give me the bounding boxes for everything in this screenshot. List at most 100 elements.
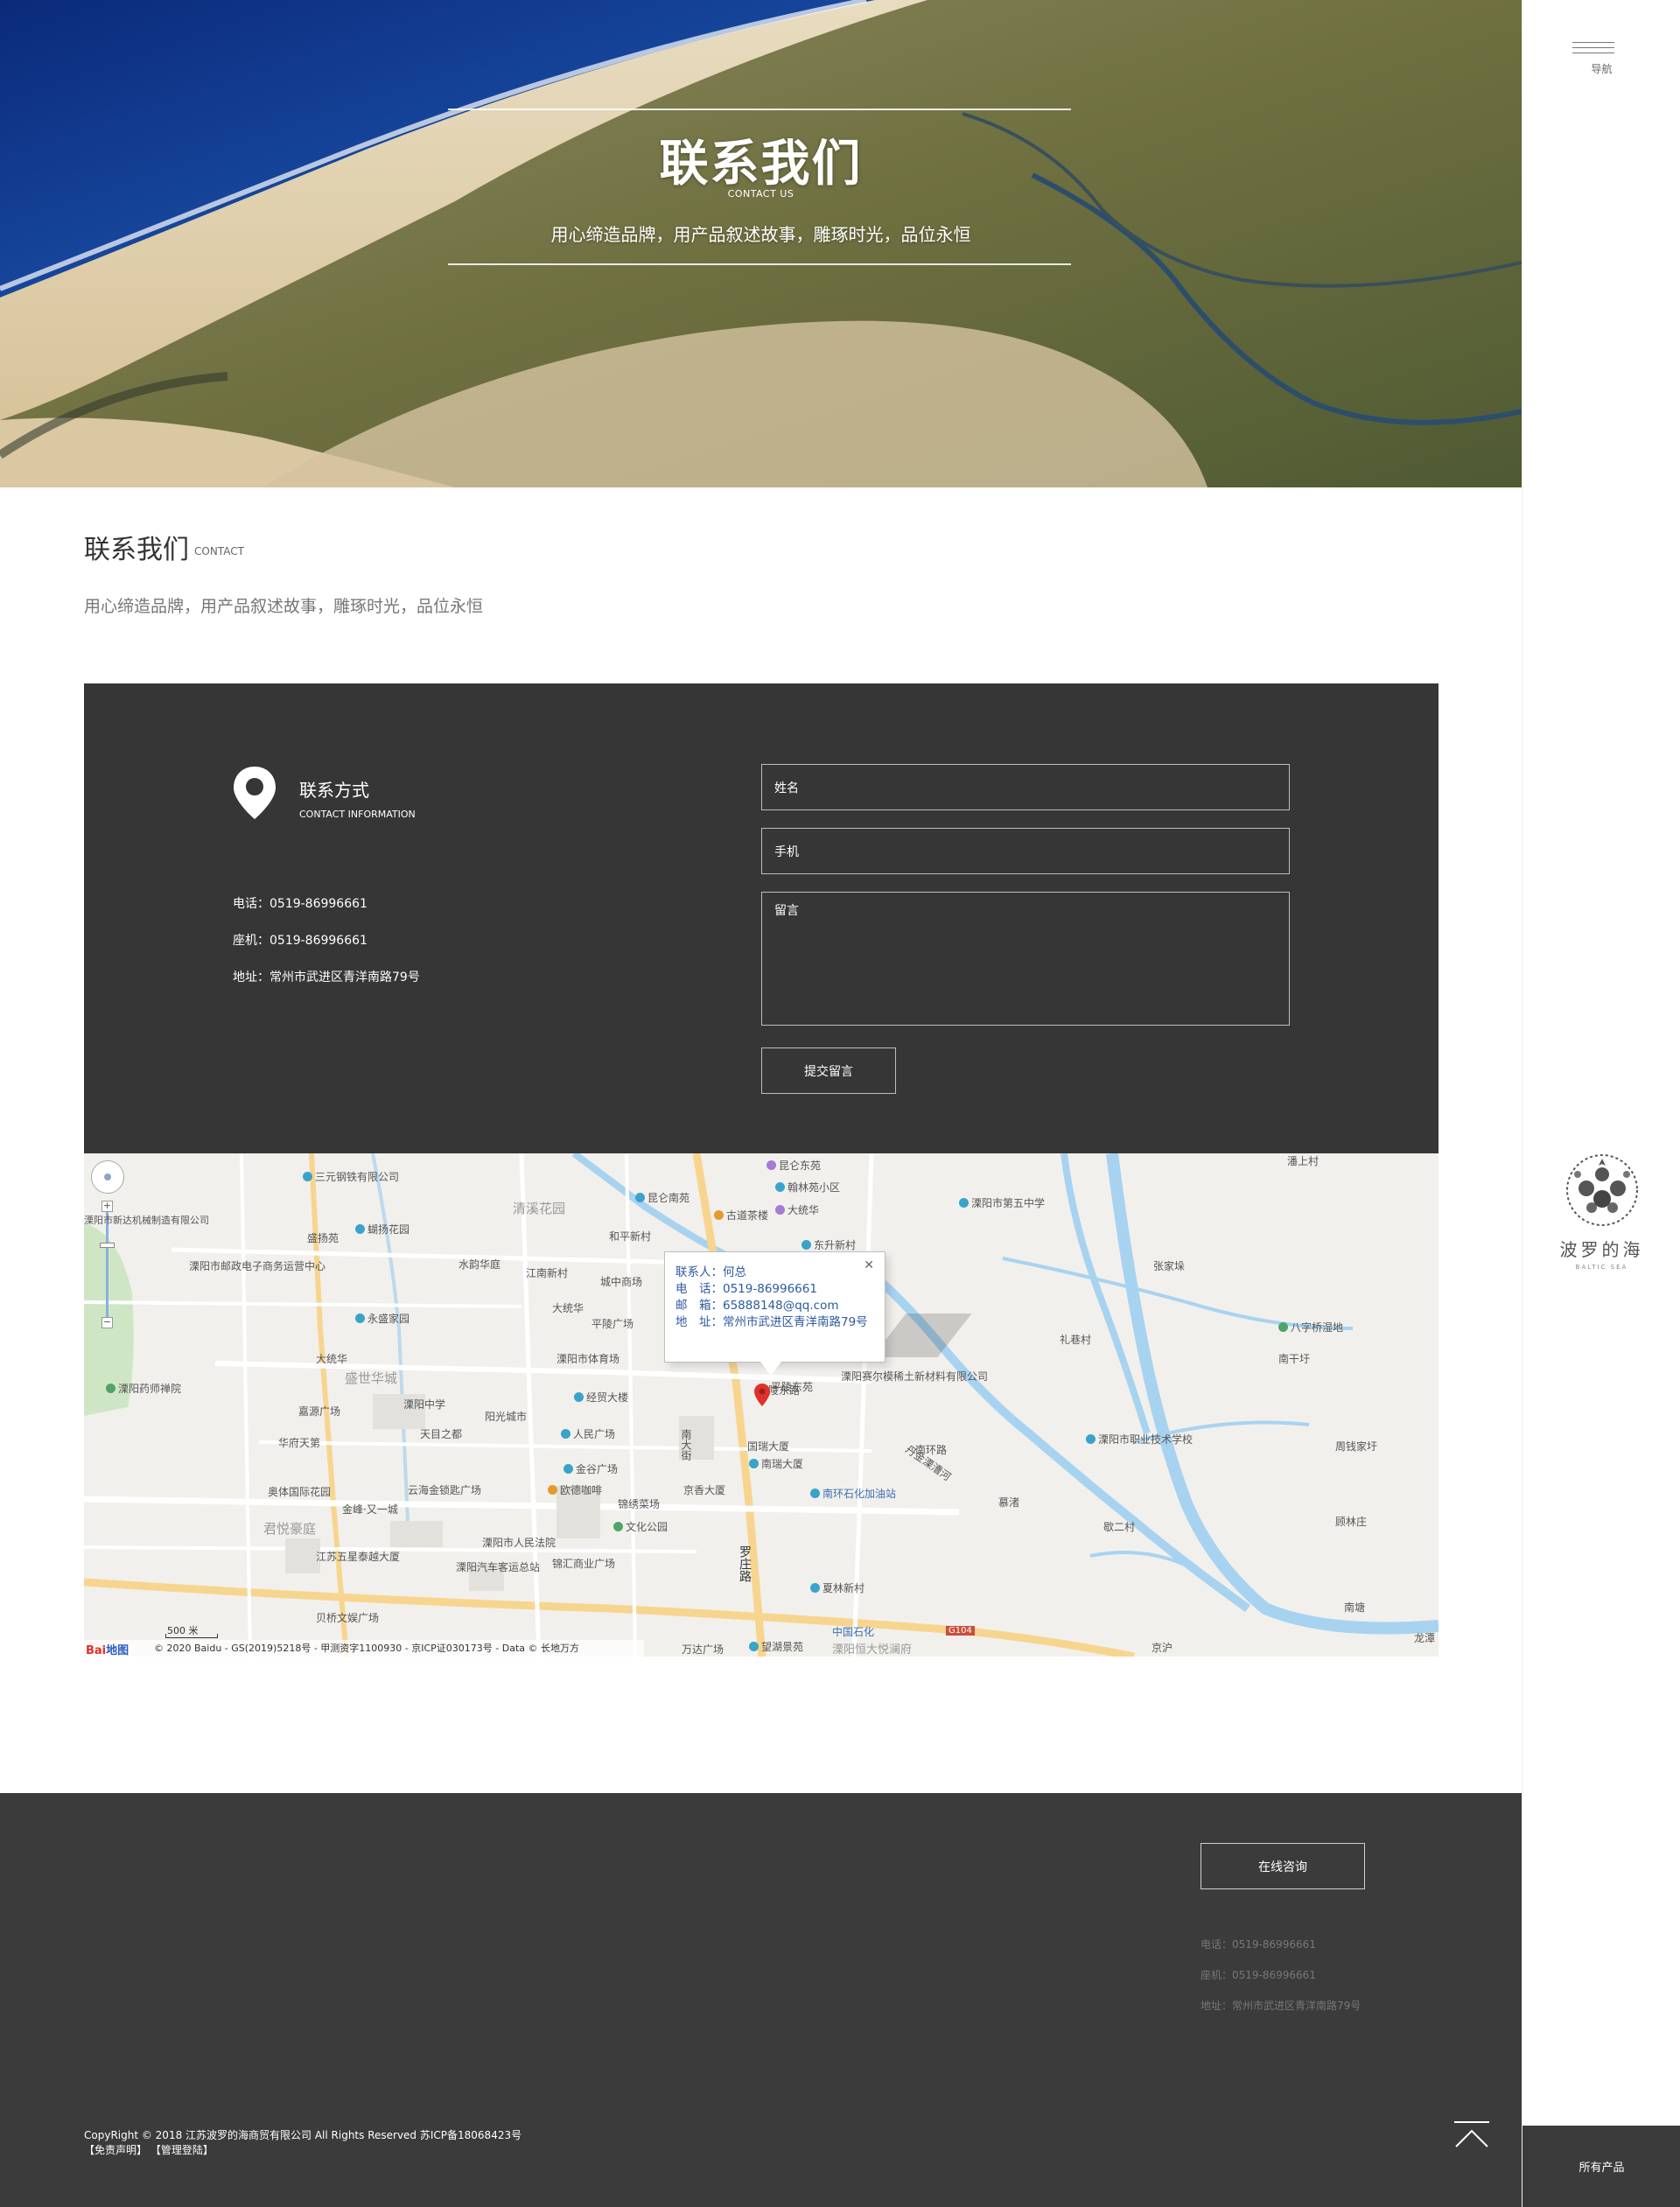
brand-logo[interactable]: 波罗的海 BALTIC SEA (1549, 1148, 1655, 1271)
site-footer: 在线咨询 电话：0519-86996661 座机：0519-86996661 地… (0, 1793, 1522, 2207)
map-label: 昆仑南苑 (635, 1190, 690, 1205)
map-label: 礼巷村 (1060, 1334, 1092, 1346)
online-consult-button[interactable]: 在线咨询 (1200, 1843, 1365, 1889)
map-label: 南塘 (1344, 1601, 1366, 1614)
footer-landline: 座机：0519-86996661 (1200, 1969, 1316, 1981)
close-icon[interactable]: ✕ (864, 1258, 874, 1274)
map-label: 溧阳市第五中学 (959, 1195, 1045, 1210)
message-textarea[interactable] (761, 892, 1290, 1026)
contact-heading: 联系方式 (299, 780, 369, 801)
contact-panel: 联系方式 CONTACT INFORMATION 电话：0519-8699666… (84, 683, 1438, 1166)
name-input[interactable] (761, 764, 1290, 810)
map-label: 溧阳恒大悦澜府 (832, 1643, 913, 1657)
map-label: 城中商场 (600, 1276, 643, 1288)
logo-chinese-name: 波罗的海 (1559, 1239, 1644, 1260)
map-label: 周钱家圩 (1335, 1440, 1378, 1453)
map-label: 慕渚 (998, 1496, 1020, 1509)
map-label: 阳光城市 (485, 1411, 528, 1423)
map-label: 东升新村 (802, 1237, 856, 1252)
map-label: G104 (946, 1626, 975, 1636)
map-label: 水韵华庭 (458, 1258, 501, 1271)
map-label: 昆仑东苑 (766, 1158, 821, 1173)
hero-top-rule (448, 109, 1071, 110)
zoom-slider-track[interactable] (106, 1212, 108, 1317)
zoom-out-button[interactable]: − (102, 1317, 113, 1328)
map-label: 溧阳市职业技术学校 (1086, 1432, 1193, 1447)
map-label: 贝桥文娱广场 (316, 1612, 380, 1624)
map-label: 国瑞大厦 (747, 1440, 790, 1453)
map-label: 锦汇商业广场 (552, 1558, 616, 1570)
map-label: 永盛家园 (355, 1311, 410, 1326)
hero-banner: 联系我们 CONTACT US 用心缔造品牌，用产品叙述故事，雕琢时光，品位永恒 (0, 0, 1522, 487)
info-address: 地 址：常州市武进区青洋南路79号 (676, 1315, 868, 1329)
map-label: 欧德咖啡 (548, 1482, 602, 1497)
map-scale-bar (165, 1634, 218, 1638)
map-label: 金谷广场 (564, 1461, 618, 1476)
map-label: 南环石化加油站 (810, 1486, 896, 1501)
map-label: 溧阳市人民法院 (482, 1537, 556, 1549)
info-phone: 电 话：0519-86996661 (676, 1282, 817, 1296)
map-label: 溧阳市体育场 (556, 1353, 620, 1365)
map-label: 顾林庄 (1335, 1516, 1368, 1528)
map-label: 平陵广场 (592, 1318, 634, 1330)
map-label: 龙潭 (1414, 1632, 1436, 1644)
contact-heading-en: CONTACT INFORMATION (299, 809, 416, 820)
map-label: 万达广场 (682, 1643, 724, 1656)
map-label: 金峰·又一城 (342, 1503, 398, 1516)
map-pan-control[interactable] (91, 1160, 124, 1194)
map-label: 古道茶楼 (714, 1208, 768, 1223)
map-label: 翰林苑小区 (775, 1180, 840, 1195)
map-label: 南瑞大厦 (749, 1456, 803, 1471)
location-pin-icon (234, 767, 276, 819)
section-title-text: 联系我们 (84, 535, 189, 565)
section-title-en: CONTACT (194, 544, 244, 557)
map-label: 经贸大楼 (574, 1390, 628, 1405)
map-label: 三元钢铁有限公司 (303, 1169, 399, 1184)
hero-bottom-rule (448, 263, 1071, 265)
hero-subtitle: CONTACT US (727, 188, 794, 200)
map-marker-icon[interactable] (753, 1383, 771, 1407)
map-label: 江南新村 (526, 1267, 569, 1279)
map-label: 锦绣菜场 (618, 1498, 661, 1510)
disclaimer-link[interactable]: 【免责声明】 (84, 2144, 147, 2156)
footer-address: 地址：常州市武进区青洋南路79号 (1200, 2000, 1362, 2012)
map-label: 罗庄路 (738, 1545, 752, 1582)
map-label: 潘上村 (1287, 1155, 1320, 1167)
section-title: 联系我们 CONTACT (84, 528, 244, 566)
map-label: 溧阳赛尔模稀土新材料有限公司 (841, 1370, 989, 1383)
zoom-slider-thumb[interactable] (100, 1243, 115, 1248)
hamburger-icon[interactable] (1572, 42, 1614, 54)
map-label: 大统华 (775, 1202, 819, 1217)
map-label: 溧阳汽车客运总站 (456, 1561, 541, 1573)
map-label: 人民广场 (561, 1426, 615, 1441)
baidu-logo[interactable]: Bai地图 (86, 1641, 129, 1657)
info-window-tail (760, 1362, 781, 1376)
nav-menu-label[interactable]: 导航 (1522, 61, 1680, 76)
contact-address: 地址：常州市武进区青洋南路79号 (233, 970, 420, 984)
map-label: 文化公园 (613, 1519, 668, 1534)
floral-emblem-icon (1565, 1154, 1638, 1226)
footer-copyright: CopyRight © 2018 江苏波罗的海商贸有限公司 All Rights… (84, 2129, 522, 2141)
contact-phone: 电话：0519-86996661 (233, 897, 368, 911)
baidu-map[interactable]: + − 三元钢铁有限公司 溧阳市新达机械制造有限公司 清溪花园 昆仑南苑 昆仑东… (84, 1153, 1438, 1657)
back-to-top-icon[interactable] (1452, 2120, 1491, 2148)
map-label: 八字桥湿地 (1278, 1320, 1343, 1335)
map-label: 华府天第 (278, 1437, 321, 1449)
hero-title: 联系我们 (659, 136, 863, 193)
mobile-input[interactable] (761, 828, 1290, 874)
map-copyright: © 2020 Baidu - GS(2019)5218号 - 甲测资字11009… (84, 1640, 644, 1657)
map-label: 溧阳市新达机械制造有限公司 (84, 1215, 209, 1226)
all-products-button[interactable]: 所有产品 (1522, 2126, 1680, 2207)
admin-login-link[interactable]: 【管理登陆】 (150, 2144, 214, 2156)
zoom-in-button[interactable]: + (102, 1201, 113, 1212)
map-label: 中国石化 (832, 1626, 875, 1638)
map-label: 盛扬苑 (307, 1232, 340, 1244)
map-label: 清溪花园 (513, 1201, 566, 1216)
submit-message-button[interactable]: 提交留言 (761, 1047, 896, 1094)
map-label: 嘉源广场 (298, 1405, 341, 1418)
map-label: 歇二村 (1103, 1521, 1136, 1533)
map-label: 溧阳中学 (403, 1398, 446, 1411)
info-contact: 联系人：何总 (676, 1265, 746, 1279)
map-label: 盛世华城 (345, 1370, 398, 1386)
map-label: 和平新村 (609, 1230, 652, 1243)
